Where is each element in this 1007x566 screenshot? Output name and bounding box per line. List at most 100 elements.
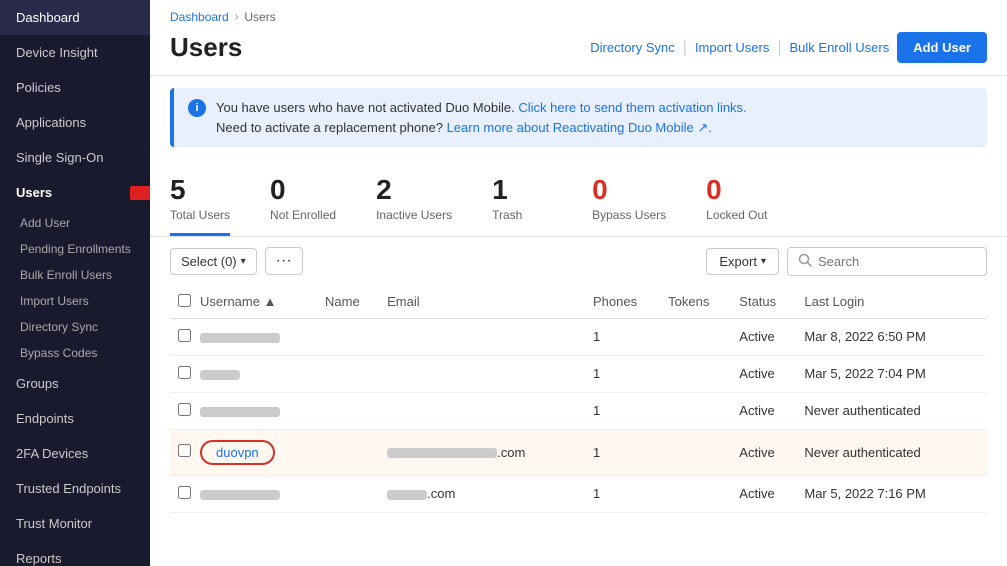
- select-all-checkbox-header[interactable]: [170, 286, 200, 319]
- sidebar-item-policies[interactable]: Policies: [0, 70, 150, 105]
- sidebar-item-label: Pending Enrollments: [20, 242, 131, 256]
- bulk-enroll-link[interactable]: Bulk Enroll Users: [790, 40, 890, 55]
- stat-inactive-number: 2: [376, 175, 452, 206]
- banner-activation-link[interactable]: Click here to send them activation links…: [518, 100, 746, 115]
- stat-trash[interactable]: 1 Trash: [492, 169, 592, 236]
- tokens-cell: [668, 392, 739, 429]
- sidebar-item-2fa-devices[interactable]: 2FA Devices: [0, 436, 150, 471]
- stats-row: 5 Total Users 0 Not Enrolled 2 Inactive …: [150, 159, 1007, 237]
- stat-not-enrolled[interactable]: 0 Not Enrolled: [270, 169, 376, 236]
- row-checkbox[interactable]: [178, 329, 191, 342]
- name-cell: [325, 429, 387, 475]
- toolbar-right: Export ▾: [706, 247, 987, 276]
- row-checkbox-cell[interactable]: [170, 318, 200, 355]
- stat-locked-label: Locked Out: [706, 208, 767, 222]
- sidebar-item-sso[interactable]: Single Sign-On: [0, 140, 150, 175]
- chevron-down-icon: ▾: [241, 256, 246, 267]
- header-divider-1: |: [683, 39, 687, 57]
- sidebar-item-applications[interactable]: Applications: [0, 105, 150, 140]
- name-cell: [325, 475, 387, 512]
- add-user-button[interactable]: Add User: [897, 32, 987, 63]
- table-row: .com 1 Active Mar 5, 2022 7:16 PM: [170, 475, 987, 512]
- email-cell: [387, 355, 593, 392]
- sidebar-item-label: Dashboard: [16, 10, 80, 25]
- col-username[interactable]: Username ▲: [200, 286, 325, 319]
- breadcrumb-home-link[interactable]: Dashboard: [170, 10, 229, 24]
- sidebar-item-label: 2FA Devices: [16, 446, 88, 461]
- sidebar-item-users[interactable]: Users: [0, 175, 150, 210]
- sidebar-item-device-insight[interactable]: Device Insight: [0, 35, 150, 70]
- sidebar-item-label: Single Sign-On: [16, 150, 103, 165]
- sidebar-item-trusted-endpoints[interactable]: Trusted Endpoints: [0, 471, 150, 506]
- duovpn-username-link[interactable]: duovpn: [200, 440, 275, 465]
- last-login-cell: Mar 5, 2022 7:16 PM: [804, 475, 987, 512]
- username-cell: [200, 475, 325, 512]
- phones-cell: 1: [593, 475, 668, 512]
- sidebar-item-trust-monitor[interactable]: Trust Monitor: [0, 506, 150, 541]
- export-button[interactable]: Export ▾: [706, 248, 779, 275]
- col-tokens[interactable]: Tokens: [668, 286, 739, 319]
- sidebar-item-groups[interactable]: Groups: [0, 366, 150, 401]
- row-checkbox-cell[interactable]: [170, 429, 200, 475]
- row-checkbox-cell[interactable]: [170, 475, 200, 512]
- name-cell: [325, 318, 387, 355]
- import-users-link[interactable]: Import Users: [695, 40, 769, 55]
- row-checkbox[interactable]: [178, 366, 191, 379]
- col-status[interactable]: Status: [739, 286, 804, 319]
- directory-sync-link[interactable]: Directory Sync: [590, 40, 675, 55]
- username-link[interactable]: [200, 403, 280, 418]
- sidebar-item-bulk-enroll[interactable]: Bulk Enroll Users: [0, 262, 150, 288]
- row-checkbox-cell[interactable]: [170, 355, 200, 392]
- banner-reactivate-link[interactable]: Learn more about Reactivating Duo Mobile…: [447, 120, 712, 135]
- more-actions-button[interactable]: ···: [265, 247, 303, 275]
- row-checkbox[interactable]: [178, 486, 191, 499]
- stat-trash-number: 1: [492, 175, 552, 206]
- sidebar-item-dashboard[interactable]: Dashboard: [0, 0, 150, 35]
- username-link[interactable]: [200, 486, 280, 501]
- sidebar-item-label: Trusted Endpoints: [16, 481, 121, 496]
- sidebar-item-label: Bypass Codes: [20, 346, 97, 360]
- col-last-login[interactable]: Last Login: [804, 286, 987, 319]
- table-row: duovpn .com 1 Active Never authenticated: [170, 429, 987, 475]
- email-cell: [387, 392, 593, 429]
- sidebar-item-pending-enrollments[interactable]: Pending Enrollments: [0, 236, 150, 262]
- tokens-cell: [668, 429, 739, 475]
- col-name[interactable]: Name: [325, 286, 387, 319]
- username-link[interactable]: [200, 329, 280, 344]
- sidebar-item-reports[interactable]: Reports: [0, 541, 150, 566]
- banner-message2: Need to activate a replacement phone?: [216, 120, 443, 135]
- sidebar-item-label: Groups: [16, 376, 59, 391]
- select-button[interactable]: Select (0) ▾: [170, 248, 257, 275]
- search-input[interactable]: [818, 254, 976, 269]
- blurred-username: [200, 490, 280, 500]
- row-checkbox[interactable]: [178, 444, 191, 457]
- table-row: 1 Active Mar 8, 2022 6:50 PM: [170, 318, 987, 355]
- sidebar-item-bypass-codes[interactable]: Bypass Codes: [0, 340, 150, 366]
- username-cell: [200, 392, 325, 429]
- status-cell: Active: [739, 392, 804, 429]
- sidebar-item-label: Trust Monitor: [16, 516, 92, 531]
- stat-inactive-users[interactable]: 2 Inactive Users: [376, 169, 492, 236]
- row-checkbox-cell[interactable]: [170, 392, 200, 429]
- stat-total-users[interactable]: 5 Total Users: [170, 169, 270, 236]
- stat-inactive-label: Inactive Users: [376, 208, 452, 222]
- col-email[interactable]: Email: [387, 286, 593, 319]
- sidebar-item-add-user[interactable]: Add User: [0, 210, 150, 236]
- col-phones[interactable]: Phones: [593, 286, 668, 319]
- stat-locked-out[interactable]: 0 Locked Out: [706, 169, 807, 236]
- users-table: Username ▲ Name Email Phones Tokens Stat…: [170, 286, 987, 513]
- blurred-email: [387, 448, 497, 458]
- stat-not-enrolled-number: 0: [270, 175, 336, 206]
- stat-bypass-users[interactable]: 0 Bypass Users: [592, 169, 706, 236]
- sidebar-item-endpoints[interactable]: Endpoints: [0, 401, 150, 436]
- phones-cell: 1: [593, 318, 668, 355]
- search-box[interactable]: [787, 247, 987, 276]
- sidebar-item-import-users[interactable]: Import Users: [0, 288, 150, 314]
- select-all-checkbox[interactable]: [178, 294, 191, 307]
- row-checkbox[interactable]: [178, 403, 191, 416]
- select-label: Select (0): [181, 254, 237, 269]
- username-link[interactable]: [200, 366, 240, 381]
- sidebar-item-directory-sync[interactable]: Directory Sync: [0, 314, 150, 340]
- status-cell: Active: [739, 355, 804, 392]
- blurred-email: [387, 490, 427, 500]
